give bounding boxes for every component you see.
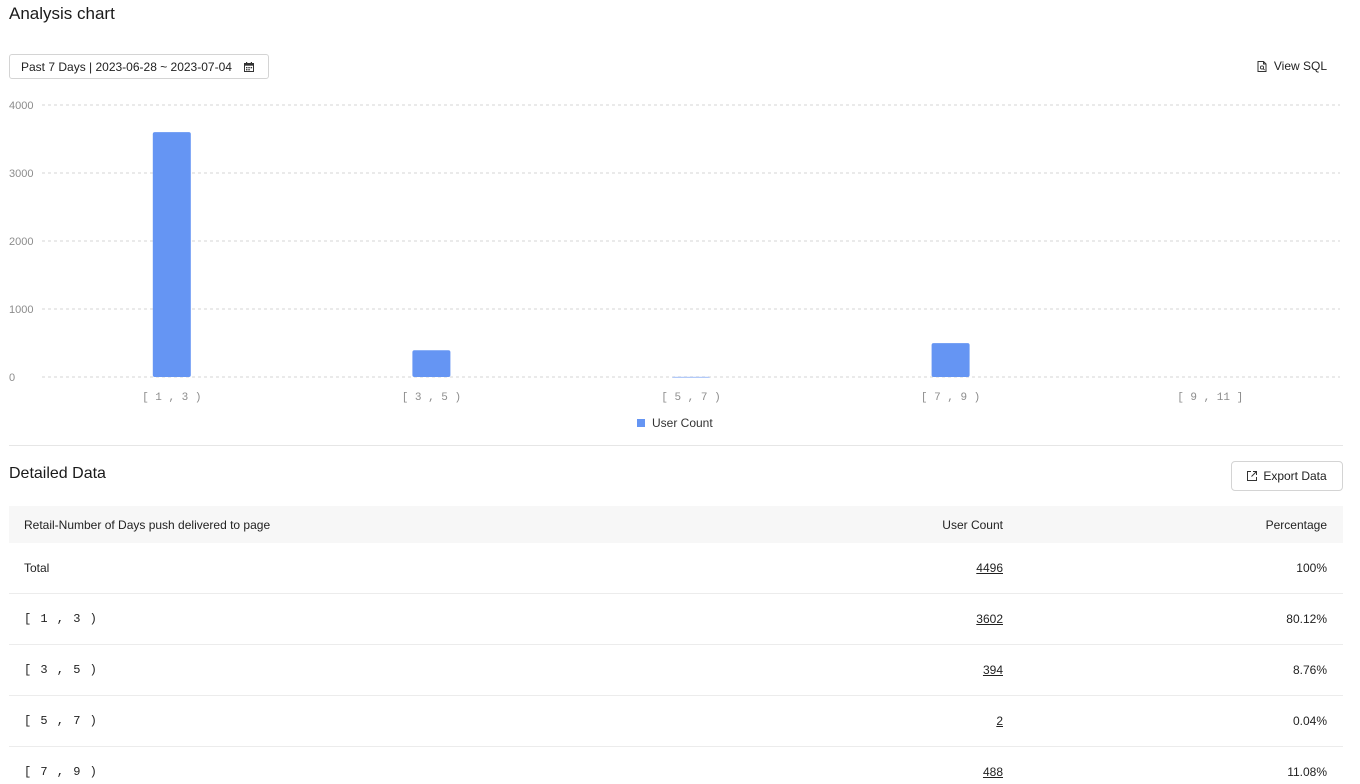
date-range-label: Past 7 Days | 2023-06-28 ~ 2023-07-04 bbox=[21, 59, 232, 74]
x-tick-label: [ 5 , 7 ) bbox=[661, 392, 720, 404]
table-row: [ 5 , 7 ) 2 0.04% bbox=[9, 696, 1343, 747]
legend-swatch bbox=[637, 419, 645, 427]
y-tick-label: 1000 bbox=[9, 304, 33, 316]
table-row: [ 1 , 3 ) 3602 80.12% bbox=[9, 594, 1343, 645]
bar[interactable] bbox=[152, 132, 191, 377]
row-percentage: 100% bbox=[1296, 561, 1327, 575]
row-label: Total bbox=[24, 561, 50, 575]
y-tick-label: 0 bbox=[9, 372, 15, 384]
y-tick-label: 3000 bbox=[9, 168, 33, 180]
y-tick-label: 4000 bbox=[9, 100, 33, 112]
document-icon bbox=[1257, 60, 1267, 72]
column-header-percentage: Percentage bbox=[1265, 517, 1327, 532]
column-header-user-count: User Count bbox=[942, 517, 1003, 532]
row-percentage: 8.76% bbox=[1292, 663, 1327, 677]
row-label: [ 3 , 5 ) bbox=[24, 663, 98, 677]
export-data-label: Export Data bbox=[1263, 469, 1327, 483]
row-percentage: 0.04% bbox=[1292, 714, 1327, 728]
column-header-days: Retail-Number of Days push delivered to … bbox=[24, 517, 271, 532]
x-tick-label: [ 7 , 9 ) bbox=[921, 392, 980, 404]
x-tick-label: [ 1 , 3 ) bbox=[142, 392, 201, 404]
detailed-data-title: Detailed Data bbox=[9, 465, 106, 482]
row-percentage: 80.12% bbox=[1286, 612, 1327, 626]
row-user-count-link[interactable]: 488 bbox=[983, 765, 1003, 779]
row-label: [ 1 , 3 ) bbox=[24, 612, 98, 626]
date-range-picker[interactable]: Past 7 Days | 2023-06-28 ~ 2023-07-04 bbox=[9, 54, 269, 79]
bar[interactable] bbox=[931, 343, 970, 377]
view-sql-button[interactable]: View SQL bbox=[1257, 59, 1327, 73]
page-title: Analysis chart bbox=[9, 4, 115, 23]
legend-label[interactable]: User Count bbox=[652, 416, 713, 430]
calendar-icon bbox=[243, 61, 254, 72]
row-user-count-link[interactable]: 4496 bbox=[976, 561, 1003, 575]
row-user-count-link[interactable]: 2 bbox=[996, 714, 1003, 728]
row-percentage: 11.08% bbox=[1287, 765, 1327, 779]
bar[interactable] bbox=[672, 376, 710, 378]
chart-svg: 0 1000 2000 3000 4000 [ 1 , 3 ) [ 3 , 5 ) [ 5 ,… bbox=[9, 100, 1340, 430]
detail-table: Retail-Number of Days push delivered to … bbox=[9, 506, 1343, 784]
table-header: Retail-Number of Days push delivered to … bbox=[9, 506, 1343, 543]
row-user-count-link[interactable]: 394 bbox=[983, 663, 1003, 677]
export-icon bbox=[1247, 471, 1258, 481]
x-tick-label: [ 9 , 11 ] bbox=[1177, 392, 1243, 404]
page: Analysis chart Past 7 Days | 2023-06-28 … bbox=[0, 0, 1360, 784]
table-row: [ 3 , 5 ) 394 8.76% bbox=[9, 645, 1343, 696]
row-user-count-link[interactable]: 3602 bbox=[976, 612, 1003, 626]
table-row: Total 4496 100% bbox=[9, 543, 1343, 594]
bar[interactable] bbox=[412, 350, 451, 377]
table-row: [ 7 , 9 ) 488 11.08% bbox=[9, 747, 1343, 784]
section-divider bbox=[9, 445, 1343, 446]
bar-chart: 0 1000 2000 3000 4000 [ 1 , 3 ) [ 3 , 5 ) [ 5 ,… bbox=[0, 92, 1360, 437]
x-tick-label: [ 3 , 5 ) bbox=[402, 392, 461, 404]
row-label: [ 5 , 7 ) bbox=[24, 714, 98, 728]
export-data-button[interactable]: Export Data bbox=[1231, 461, 1343, 491]
y-tick-label: 2000 bbox=[9, 236, 33, 248]
row-label: [ 7 , 9 ) bbox=[24, 765, 98, 779]
view-sql-label: View SQL bbox=[1273, 59, 1327, 73]
